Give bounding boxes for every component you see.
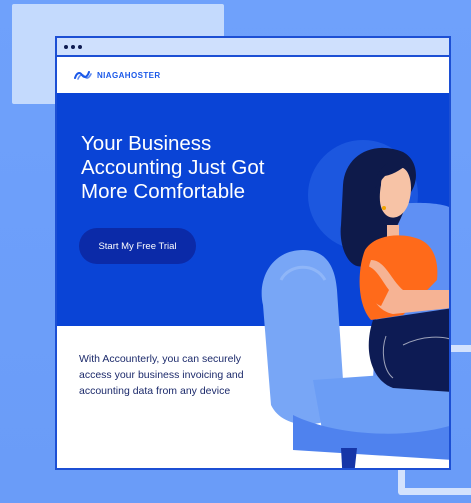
browser-window: NIAGAHOSTER Your Business Accounting Jus… (55, 36, 451, 470)
window-dot-icon (78, 44, 82, 49)
start-free-trial-button[interactable]: Start My Free Trial (79, 228, 196, 264)
niagahoster-logo-icon[interactable] (74, 70, 92, 80)
window-dot-icon (71, 44, 75, 49)
window-titlebar (57, 38, 449, 57)
brand-name[interactable]: NIAGAHOSTER (97, 71, 161, 80)
header-bar: NIAGAHOSTER (57, 57, 449, 93)
window-dot-icon (64, 44, 68, 49)
woman-on-sofa-illustration (261, 140, 449, 468)
